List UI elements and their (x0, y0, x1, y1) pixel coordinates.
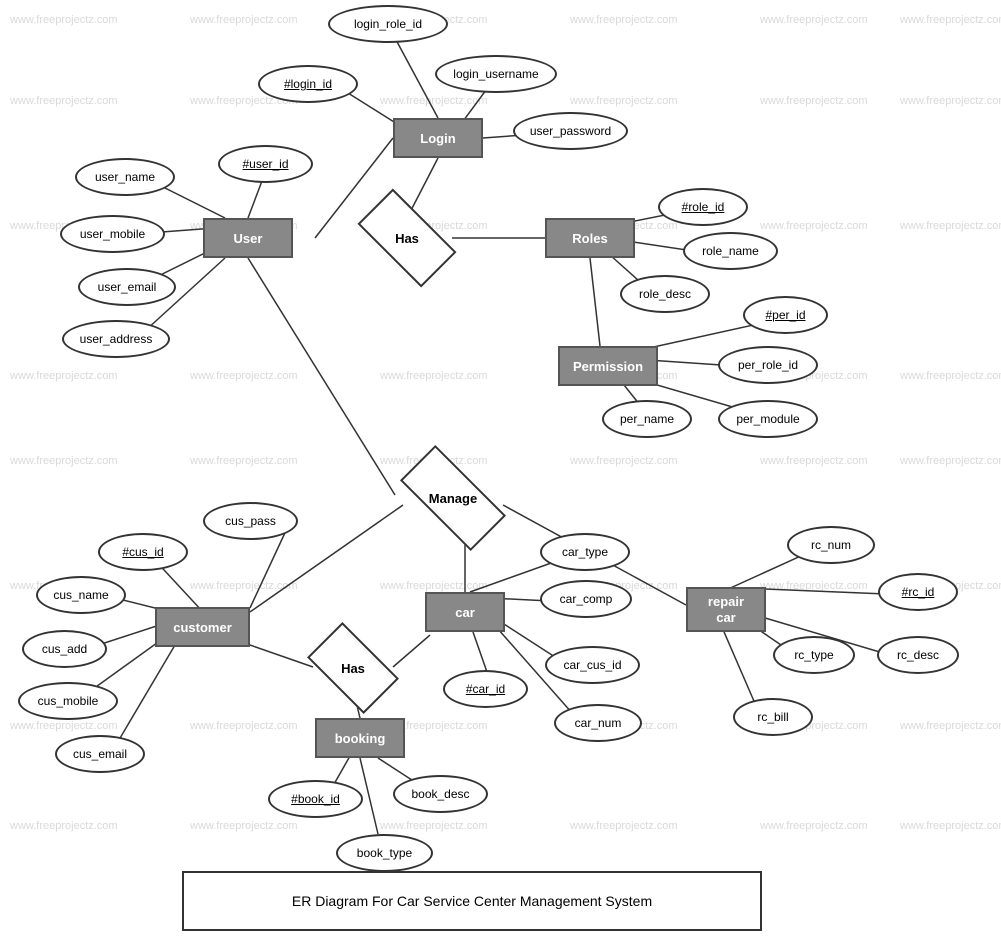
has-relationship-1: Has (362, 213, 452, 263)
per-id-attr: #per_id (743, 296, 828, 334)
per-role-id-attr: per_role_id (718, 346, 818, 384)
user-address-attr: user_address (62, 320, 170, 358)
watermark: www.freeprojectz.com (190, 820, 298, 832)
car-type-attr: car_type (540, 533, 630, 571)
login-role-id-attr: login_role_id (328, 5, 448, 43)
book-type-attr: book_type (336, 834, 433, 872)
watermark: www.freeprojectz.com (900, 720, 1001, 732)
car-comp-attr: car_comp (540, 580, 632, 618)
watermark: www.freeprojectz.com (570, 95, 678, 107)
watermark: www.freeprojectz.com (900, 820, 1001, 832)
car-num-attr: car_num (554, 704, 642, 742)
cus-id-attr: #cus_id (98, 533, 188, 571)
user-mobile-attr: user_mobile (60, 215, 165, 253)
car-cus-id-attr: car_cus_id (545, 646, 640, 684)
watermark: www.freeprojectz.com (380, 95, 488, 107)
car-id-attr: #car_id (443, 670, 528, 708)
watermark: www.freeprojectz.com (10, 95, 118, 107)
watermark: www.freeprojectz.com (760, 820, 868, 832)
watermark: www.freeprojectz.com (570, 820, 678, 832)
watermark: www.freeprojectz.com (570, 14, 678, 26)
watermark: www.freeprojectz.com (10, 455, 118, 467)
user-email-attr: user_email (78, 268, 176, 306)
watermark: www.freeprojectz.com (760, 455, 868, 467)
user-id-attr: #user_id (218, 145, 313, 183)
role-id-attr: #role_id (658, 188, 748, 226)
has-relationship-2: Has (313, 643, 393, 693)
rc-desc-attr: rc_desc (877, 636, 959, 674)
rc-type-attr: rc_type (773, 636, 855, 674)
book-id-attr: #book_id (268, 780, 363, 818)
watermark: www.freeprojectz.com (760, 95, 868, 107)
watermark: www.freeprojectz.com (10, 14, 118, 26)
rc-num-attr: rc_num (787, 526, 875, 564)
login-username-attr: login_username (435, 55, 557, 93)
manage-relationship: Manage (403, 473, 503, 523)
cus-email-attr: cus_email (55, 735, 145, 773)
watermark: www.freeprojectz.com (190, 14, 298, 26)
watermark: www.freeprojectz.com (760, 580, 868, 592)
rc-bill-attr: rc_bill (733, 698, 813, 736)
watermark: www.freeprojectz.com (10, 370, 118, 382)
watermark: www.freeprojectz.com (10, 720, 118, 732)
booking-entity: booking (315, 718, 405, 758)
watermark: www.freeprojectz.com (900, 14, 1001, 26)
watermark: www.freeprojectz.com (760, 220, 868, 232)
user-password-attr: user_password (513, 112, 628, 150)
role-name-attr: role_name (683, 232, 778, 270)
user-entity: User (203, 218, 293, 258)
diagram-caption: ER Diagram For Car Service Center Manage… (182, 871, 762, 931)
cus-add-attr: cus_add (22, 630, 107, 668)
per-module-attr: per_module (718, 400, 818, 438)
watermark: www.freeprojectz.com (900, 220, 1001, 232)
watermark: www.freeprojectz.com (900, 455, 1001, 467)
watermark: www.freeprojectz.com (380, 820, 488, 832)
repair-car-entity: repaircar (686, 587, 766, 632)
cus-name-attr: cus_name (36, 576, 126, 614)
watermark: www.freeprojectz.com (190, 720, 298, 732)
customer-entity: customer (155, 607, 250, 647)
watermark: www.freeprojectz.com (570, 455, 678, 467)
watermark: www.freeprojectz.com (380, 580, 488, 592)
car-entity: car (425, 592, 505, 632)
user-name-attr: user_name (75, 158, 175, 196)
watermark: www.freeprojectz.com (10, 820, 118, 832)
cus-pass-attr: cus_pass (203, 502, 298, 540)
watermark: www.freeprojectz.com (900, 370, 1001, 382)
login-id-attr: #login_id (258, 65, 358, 103)
rc-id-attr: #rc_id (878, 573, 958, 611)
per-name-attr: per_name (602, 400, 692, 438)
watermark: www.freeprojectz.com (760, 14, 868, 26)
watermark: www.freeprojectz.com (190, 370, 298, 382)
watermark: www.freeprojectz.com (900, 95, 1001, 107)
cus-mobile-attr: cus_mobile (18, 682, 118, 720)
watermark: www.freeprojectz.com (190, 455, 298, 467)
login-entity: Login (393, 118, 483, 158)
watermark: www.freeprojectz.com (190, 580, 298, 592)
permission-entity: Permission (558, 346, 658, 386)
watermark: www.freeprojectz.com (380, 370, 488, 382)
role-desc-attr: role_desc (620, 275, 710, 313)
book-desc-attr: book_desc (393, 775, 488, 813)
roles-entity: Roles (545, 218, 635, 258)
